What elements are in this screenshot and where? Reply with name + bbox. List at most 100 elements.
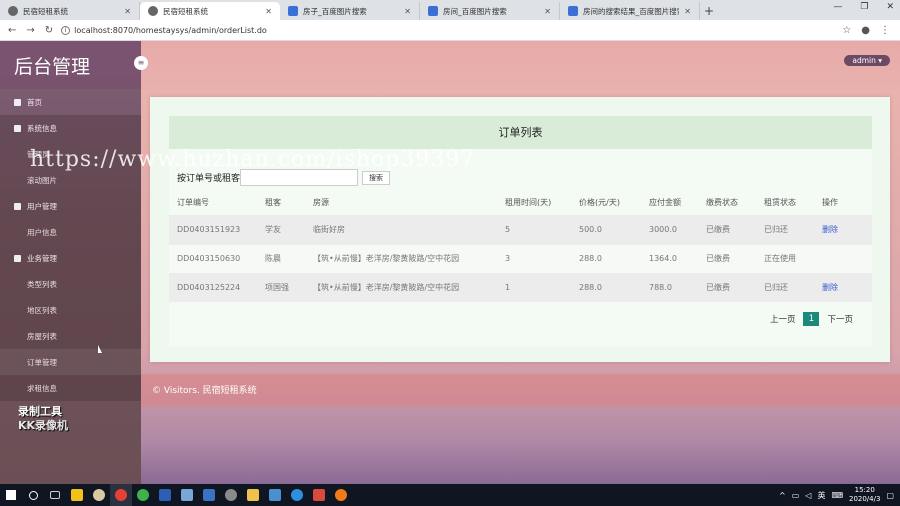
new-tab-button[interactable]: + <box>700 2 718 20</box>
browser-tab-active[interactable]: 民宿短租系统 ✕ <box>140 2 280 20</box>
amount-cell: 1364.0 <box>641 243 698 273</box>
browser-tab-strip: 民宿短租系统 ✕ 民宿短租系统 ✕ 房子_百度图片搜索 ✕ 房间_百度图片搜索 … <box>0 0 900 20</box>
sidebar-toggle-icon[interactable]: ≡ <box>134 56 148 70</box>
star-icon[interactable]: ☆ <box>842 25 851 36</box>
clock-time: 15:20 <box>854 486 875 494</box>
recorder-watermark: 录制工具 KK录像机 <box>18 405 68 433</box>
browser-tab[interactable]: 房间_百度图片搜索 ✕ <box>420 2 560 20</box>
ime-indicator[interactable]: 英 <box>817 490 825 501</box>
sidebar-item-user-info[interactable]: 用户信息 <box>0 219 141 245</box>
chrome-icon[interactable] <box>110 484 132 506</box>
delete-link[interactable]: 删除 <box>822 283 838 292</box>
forward-icon[interactable]: → <box>26 25 34 36</box>
recorder-line-2: KK录像机 <box>18 419 69 432</box>
file-explorer-icon[interactable] <box>242 484 264 506</box>
browser-icon[interactable] <box>132 484 154 506</box>
price-cell: 288.0 <box>571 272 641 302</box>
reload-icon[interactable]: ↻ <box>45 25 53 36</box>
sidebar-item-orders[interactable]: 订单管理 <box>0 349 141 375</box>
close-icon[interactable]: ✕ <box>684 7 691 16</box>
menu-dots-icon[interactable]: ⋮ <box>880 25 890 36</box>
sidebar-item-houses[interactable]: 房屋列表 <box>0 323 141 349</box>
app-icon[interactable] <box>176 484 198 506</box>
tab-title: 民宿短租系统 <box>23 6 68 16</box>
column-header: 房源 <box>313 198 329 208</box>
close-window-icon[interactable]: ✕ <box>886 2 894 12</box>
address-bar: ← → ↻ i localhost:8070/homestaysys/admin… <box>0 20 900 41</box>
sidebar-item-label: 用户信息 <box>27 227 57 237</box>
app-icon[interactable] <box>286 484 308 506</box>
app-icon[interactable] <box>264 484 286 506</box>
admin-app: 后台管理 首页 系统信息 管理员 滚动图片 用户管理 用户信息 业务管理 类型列… <box>0 41 900 484</box>
tab-title: 房子_百度图片搜索 <box>303 6 367 16</box>
nav-buttons: ← → ↻ <box>0 25 61 36</box>
book-icon <box>14 124 21 132</box>
maximize-icon[interactable]: ❐ <box>860 2 868 12</box>
sidebar-item-regions[interactable]: 地区列表 <box>0 297 141 323</box>
app-icon[interactable] <box>308 484 330 506</box>
sidebar-item-label: 求租信息 <box>27 383 57 393</box>
recorder-app-icon[interactable] <box>330 484 352 506</box>
table-header-row: 订单编号 租客 房源 租用时间(天) 价格(元/天) 应付金额 缴费状态 租赁状… <box>169 191 872 215</box>
column-header: 操作 <box>822 198 838 208</box>
url-field[interactable]: i localhost:8070/homestaysys/admin/order… <box>61 25 842 35</box>
network-icon[interactable]: ▭ <box>792 491 800 500</box>
book-icon <box>14 254 21 262</box>
search-icon[interactable] <box>22 484 44 506</box>
browser-tab[interactable]: 房间的搜索结果_百度图片搜索 ✕ <box>560 2 700 20</box>
windows-start-icon[interactable] <box>0 484 22 506</box>
keyboard-icon[interactable]: ⌨ <box>831 491 843 500</box>
word-icon[interactable] <box>154 484 176 506</box>
action-cell: 删除 <box>814 214 872 244</box>
admin-user-badge[interactable]: admin ▾ <box>844 55 890 66</box>
close-icon[interactable]: ✕ <box>544 7 551 16</box>
sidebar-item-system-info[interactable]: 系统信息 <box>0 115 141 141</box>
amount-cell: 788.0 <box>641 272 698 302</box>
task-view-icon[interactable] <box>44 484 66 506</box>
action-cell: 删除 <box>814 272 872 302</box>
url-text[interactable]: localhost:8070/homestaysys/admin/orderLi… <box>74 26 267 35</box>
sidebar-item-label: 订单管理 <box>27 357 57 367</box>
browser-tab[interactable]: 房子_百度图片搜索 ✕ <box>280 2 420 20</box>
caret-down-icon: ▾ <box>878 56 882 65</box>
close-icon[interactable]: ✕ <box>265 7 272 16</box>
search-button[interactable]: 搜索 <box>362 170 391 185</box>
sidebar-item-label: 地区列表 <box>27 305 57 315</box>
sidebar-item-rental-requests[interactable]: 求租信息 <box>0 375 141 401</box>
current-page[interactable]: 1 <box>803 312 820 326</box>
system-tray: ^ ▭ ◁ 英 ⌨ 15:20 2020/4/3 ▢ <box>779 484 900 506</box>
profile-icon[interactable]: ● <box>861 25 870 36</box>
rental-status-cell: 正在使用 <box>756 243 814 273</box>
tenant-cell: 项国强 <box>257 272 305 302</box>
close-icon[interactable]: ✕ <box>404 7 411 16</box>
browser-tab[interactable]: 民宿短租系统 ✕ <box>0 2 140 20</box>
sidebar-item-user-management[interactable]: 用户管理 <box>0 193 141 219</box>
sidebar-item-home[interactable]: 首页 <box>0 89 141 115</box>
house-cell: 【筑•从前慢】老洋房/黎黄陂路/空中花园 <box>305 243 497 273</box>
minimize-icon[interactable]: — <box>833 2 842 12</box>
chevron-up-icon[interactable]: ^ <box>779 491 786 500</box>
volume-icon[interactable]: ◁ <box>805 491 811 500</box>
sticky-notes-icon[interactable] <box>66 484 88 506</box>
delete-link[interactable]: 删除 <box>822 225 838 234</box>
prev-page-link[interactable]: 上一页 <box>770 313 796 325</box>
notification-icon[interactable]: ▢ <box>886 491 894 500</box>
close-icon[interactable]: ✕ <box>124 7 131 16</box>
admin-username: admin <box>852 56 876 65</box>
sidebar-item-types[interactable]: 类型列表 <box>0 271 141 297</box>
back-icon[interactable]: ← <box>8 25 16 36</box>
menu-group-users: 用户管理 用户信息 <box>0 193 141 245</box>
clock[interactable]: 15:20 2020/4/3 <box>849 486 880 504</box>
sidebar-item-business[interactable]: 业务管理 <box>0 245 141 271</box>
footer-text: © Visitors. 民宿短租系统 <box>152 386 257 396</box>
tab-title: 房间的搜索结果_百度图片搜索 <box>583 6 680 16</box>
order-id-cell: DD0403150630 <box>169 243 257 273</box>
brand-title: 后台管理 <box>0 41 141 89</box>
sidebar-item-label: 滚动图片 <box>27 175 57 185</box>
next-page-link[interactable]: 下一页 <box>827 313 853 325</box>
app-icon[interactable] <box>88 484 110 506</box>
app-icon[interactable] <box>198 484 220 506</box>
house-cell: 【筑•从前慢】老洋房/黎黄陂路/空中花园 <box>305 272 497 302</box>
settings-icon[interactable] <box>220 484 242 506</box>
info-icon[interactable]: i <box>61 25 71 35</box>
